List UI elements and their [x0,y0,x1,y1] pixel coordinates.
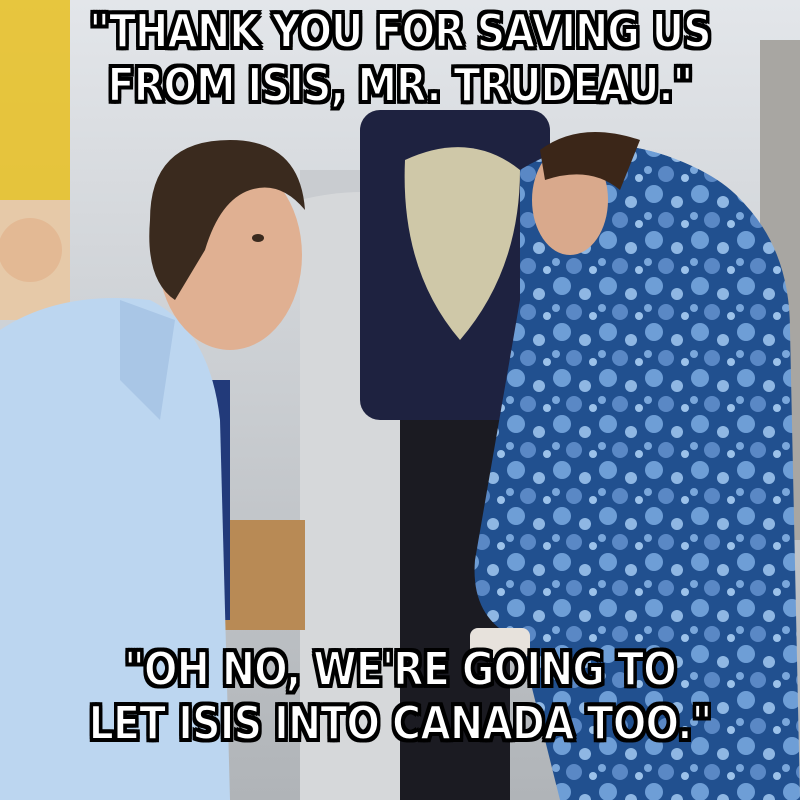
background-child-face [0,218,62,282]
top-caption: "THANK YOU FOR SAVING US FROM ISIS, MR. … [88,3,712,113]
meme-image: "THANK YOU FOR SAVING US FROM ISIS, MR. … [0,0,800,800]
bottom-caption: "OH NO, WE'RE GOING TO LET ISIS INTO CAN… [88,641,713,751]
